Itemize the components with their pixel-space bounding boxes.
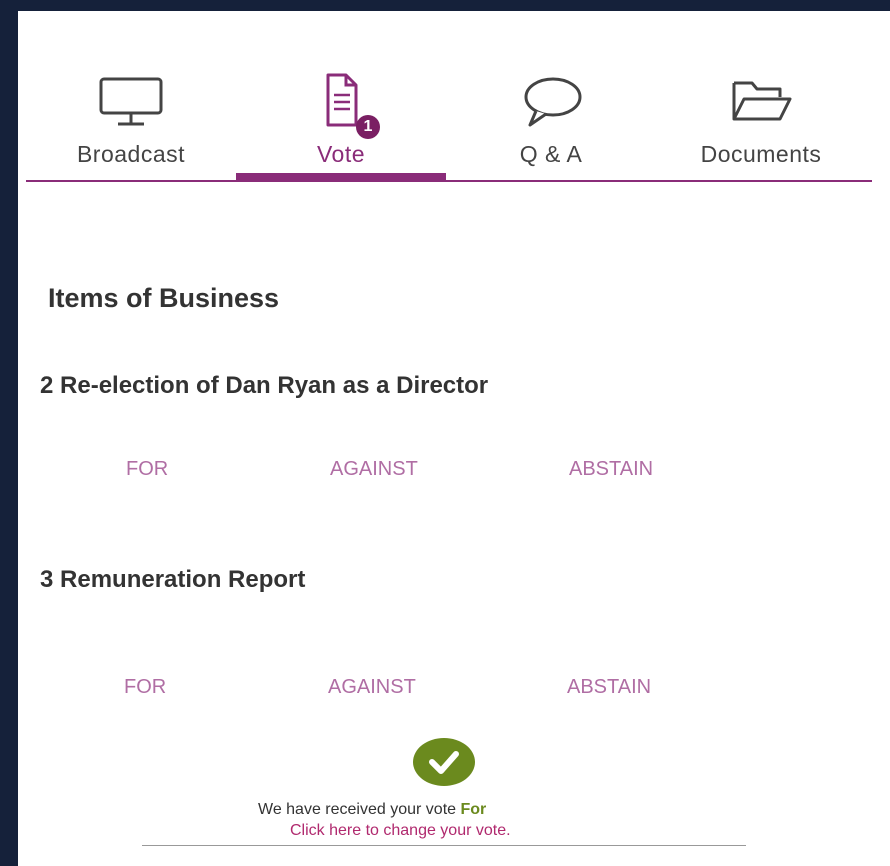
vote-for-button[interactable]: FOR xyxy=(124,676,166,699)
vote-count-badge: 1 xyxy=(356,115,380,139)
checkmark-circle-icon xyxy=(413,738,475,786)
tab-label: Broadcast xyxy=(76,141,186,167)
vote-against-button[interactable]: AGAINST xyxy=(330,458,418,481)
divider xyxy=(142,845,746,846)
tab-label: Q & A xyxy=(519,141,583,167)
vote-received-value: For xyxy=(460,801,487,818)
document-icon xyxy=(236,71,446,141)
vote-against-button[interactable]: AGAINST xyxy=(328,676,416,699)
tab-label: Documents xyxy=(700,141,822,167)
vote-panel: Broadcast 1 Vote Q & A Documents Items o… xyxy=(18,11,890,866)
change-vote-link[interactable]: Click here to change your vote. xyxy=(290,822,511,840)
tab-qa[interactable]: Q & A xyxy=(446,71,656,183)
vote-abstain-button[interactable]: ABSTAIN xyxy=(569,458,653,481)
tab-bar-divider xyxy=(26,180,872,182)
folder-open-icon xyxy=(656,71,866,141)
vote-for-button[interactable]: FOR xyxy=(126,458,168,481)
resolution-title: 3 Remuneration Report xyxy=(40,566,306,593)
speech-bubble-icon xyxy=(446,71,656,141)
resolution-title: 2 Re-election of Dan Ryan as a Director xyxy=(40,372,489,399)
vote-received-message: We have received your vote For xyxy=(258,801,486,819)
tab-broadcast[interactable]: Broadcast xyxy=(26,71,236,183)
tab-label: Vote xyxy=(316,141,366,167)
page-title: Items of Business xyxy=(48,283,280,313)
tab-documents[interactable]: Documents xyxy=(656,71,866,183)
monitor-icon xyxy=(26,71,236,141)
vote-abstain-button[interactable]: ABSTAIN xyxy=(567,676,651,699)
tab-bar: Broadcast 1 Vote Q & A Documents xyxy=(26,11,872,183)
vote-received-text: We have received your vote xyxy=(258,801,457,818)
tab-vote[interactable]: 1 Vote xyxy=(236,71,446,183)
